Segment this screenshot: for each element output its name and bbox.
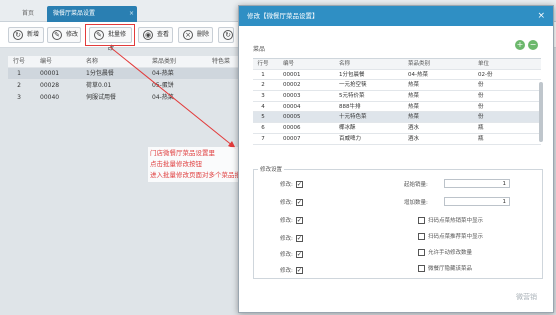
table-row[interactable]: 4 00004 888牛排 热菜 份	[253, 102, 541, 113]
header-cell: 单位	[478, 61, 490, 67]
cell: 一元抢空筷	[339, 82, 367, 89]
remove-icon[interactable]: −	[528, 40, 538, 50]
cell: 00001	[283, 71, 301, 78]
dialog-dish-table: 行号 编号 名称 菜品类别 单位 1 00001 1分包晨餐 04-热菜 02-份 2 0…	[253, 58, 541, 145]
cell: 1	[261, 71, 265, 78]
cell: 2	[261, 82, 265, 89]
batch-edit-dialog: 修改【微餐厅菜品设置】 × 菜品 + − 行号 编号 名称 菜品类别 单位 1 0…	[238, 5, 554, 313]
edit-settings-group: 修改设置 修改: ✓ 修改: ✓ 修改: ✓ 修改: ✓ 修改: ✓ 修改: ✓ 起始销量:…	[253, 165, 543, 279]
cell: 份	[478, 114, 484, 121]
header-cell: 名称	[339, 61, 351, 67]
min-qty-label: 起始销量:	[404, 182, 428, 188]
group-label: 菜品	[253, 46, 266, 53]
table-row[interactable]: 3 00003 5元特价菜 热菜 份	[253, 91, 541, 102]
option-row[interactable]: 扫码点菜热销菜中显示	[418, 216, 483, 224]
table-row[interactable]: 6 00006 椰冰酥 酒水 瓶	[253, 123, 541, 134]
cell: 1分包晨餐	[339, 71, 365, 78]
cell: 瓶	[478, 125, 484, 132]
checkbox[interactable]: ✓	[295, 181, 303, 188]
table-header: 行号 编号 名称 菜品类别 单位	[253, 59, 541, 70]
add-qty-input[interactable]: 1	[444, 197, 510, 206]
option-row[interactable]: 扫码点菜推荐菜中显示	[418, 232, 483, 240]
cell: 热菜	[408, 103, 420, 110]
table-row[interactable]: 5 00005 十元特色菜 热菜 份	[253, 112, 541, 124]
checkbox[interactable]: ✓	[295, 251, 303, 258]
option-label: 扫码点菜热销菜中显示	[428, 218, 484, 224]
cell: 5	[261, 114, 265, 121]
cell: 份	[478, 93, 484, 100]
cell: 00003	[283, 93, 301, 100]
dialog-header: 修改【微餐厅菜品设置】 ×	[239, 6, 553, 26]
cell: 酒水	[408, 125, 420, 132]
setting-row: 修改: ✓	[280, 250, 303, 258]
option-label: 微餐厅隐藏该菜品	[428, 266, 473, 272]
setting-row: 修改: ✓	[280, 198, 303, 206]
cell: 02-份	[478, 71, 493, 78]
cell: 热菜	[408, 93, 420, 100]
header-cell: 编号	[283, 61, 295, 67]
cell: 4	[261, 103, 265, 110]
cell: 椰冰酥	[339, 125, 356, 132]
settings-title: 修改设置	[258, 165, 285, 173]
setting-label: 修改:	[280, 218, 293, 224]
table-row[interactable]: 1 00001 1分包晨餐 04-热菜 02-份	[253, 70, 541, 81]
setting-row: 修改: ✓	[280, 216, 303, 224]
setting-label: 修改:	[280, 236, 293, 242]
cell: 3	[261, 93, 265, 100]
cell: 百威啤力	[339, 135, 362, 142]
cell: 热菜	[408, 114, 420, 121]
setting-label: 修改:	[280, 252, 293, 258]
checkbox[interactable]	[418, 265, 425, 272]
cell: 7	[261, 135, 265, 142]
cell: 888牛排	[339, 103, 361, 110]
close-icon[interactable]: ×	[537, 6, 545, 26]
setting-label: 修改:	[280, 200, 293, 206]
cell: 瓶	[478, 135, 484, 142]
cell: 十元特色菜	[339, 114, 367, 121]
cell: 热菜	[408, 82, 420, 89]
cell: 份	[478, 82, 484, 89]
scrollbar[interactable]	[539, 82, 543, 142]
cell: 00002	[283, 82, 301, 89]
checkbox[interactable]: ✓	[295, 267, 303, 274]
table-row[interactable]: 7 00007 百威啤力 酒水 瓶	[253, 134, 541, 145]
setting-label: 修改:	[280, 268, 293, 274]
cell: 5元特价菜	[339, 93, 365, 100]
cell: 00004	[283, 103, 301, 110]
checkbox[interactable]	[418, 249, 425, 256]
setting-row: 修改: ✓	[280, 234, 303, 242]
setting-label: 修改:	[280, 182, 293, 188]
table-row[interactable]: 2 00002 一元抢空筷 热菜 份	[253, 80, 541, 92]
add-icon[interactable]: +	[515, 40, 525, 50]
cell: 份	[478, 103, 484, 110]
setting-row: 修改: ✓	[280, 180, 303, 188]
option-label: 扫码点菜推荐菜中显示	[428, 234, 484, 240]
dialog-title: 修改【微餐厅菜品设置】	[247, 12, 319, 20]
cell: 6	[261, 125, 265, 132]
header-cell: 菜品类别	[408, 61, 431, 67]
option-label: 允许手动修改数量	[428, 250, 473, 256]
min-qty-input[interactable]: 1	[444, 179, 510, 188]
header-cell: 行号	[257, 61, 269, 67]
cell: 00007	[283, 135, 301, 142]
checkbox[interactable]: ✓	[295, 235, 303, 242]
option-row[interactable]: 微餐厅隐藏该菜品	[418, 264, 472, 272]
cell: 00005	[283, 114, 301, 121]
checkbox[interactable]	[418, 233, 425, 240]
setting-row: 修改: ✓	[280, 266, 303, 274]
cell: 00006	[283, 125, 301, 132]
cell: 04-热菜	[408, 71, 428, 78]
option-row[interactable]: 允许手动修改数量	[418, 248, 472, 256]
add-qty-label: 增加数量:	[404, 200, 428, 206]
watermark: 微营销	[516, 293, 537, 301]
checkbox[interactable]	[418, 217, 425, 224]
checkbox[interactable]: ✓	[295, 199, 303, 206]
checkbox[interactable]: ✓	[295, 217, 303, 224]
cell: 酒水	[408, 135, 420, 142]
